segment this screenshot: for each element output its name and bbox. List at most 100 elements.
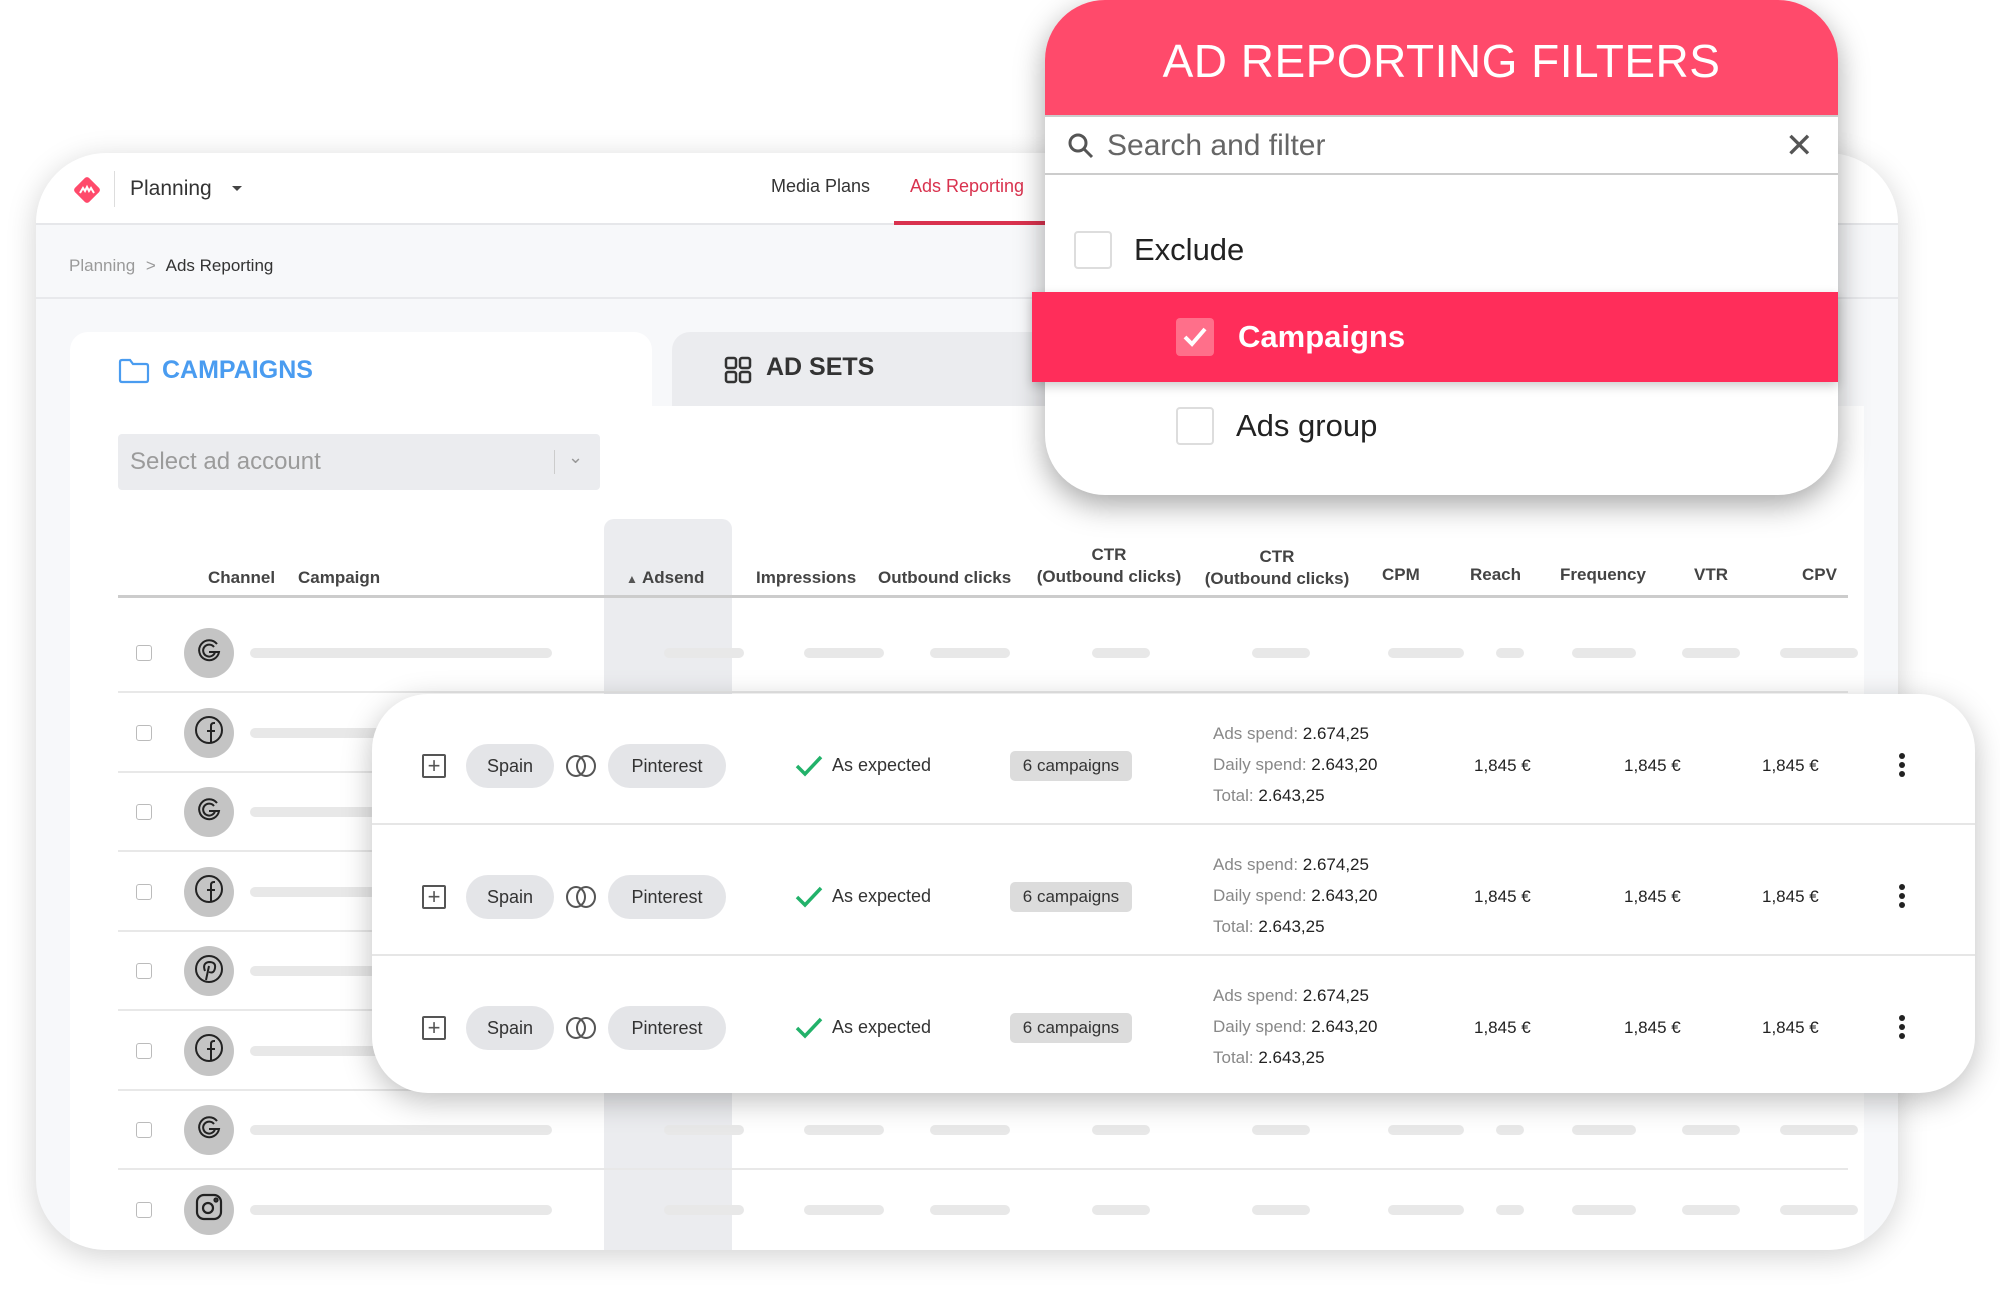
th-frequency[interactable]: Frequency	[1560, 564, 1646, 586]
channel-badge	[184, 1105, 234, 1155]
th-ctr-1-top: CTR	[1091, 545, 1127, 564]
th-outbound-clicks[interactable]: Outbound clicks	[878, 567, 1011, 589]
row-divider	[118, 1168, 1848, 1170]
breadcrumb: Planning > Ads Reporting	[69, 256, 273, 276]
th-campaign[interactable]: Campaign	[298, 567, 380, 589]
value-placeholder	[664, 1125, 744, 1135]
filter-search-input[interactable]	[1107, 127, 1747, 165]
spend-summary: Ads spend: 2.674,25 Daily spend: 2.643,2…	[1213, 718, 1377, 811]
value-placeholder	[1252, 1204, 1310, 1215]
platform-pill[interactable]: Pinterest	[608, 1006, 726, 1050]
row-checkbox[interactable]	[136, 724, 152, 741]
value-placeholder	[1388, 648, 1464, 658]
th-cpm[interactable]: CPM	[1382, 564, 1420, 586]
link-rings-icon	[566, 886, 596, 908]
expand-icon[interactable]: +	[422, 1016, 446, 1040]
channel-badge	[184, 787, 234, 837]
th-channel[interactable]: Channel	[208, 567, 275, 589]
value-placeholder	[1572, 1204, 1636, 1215]
channel-badge	[184, 707, 234, 758]
row-checkbox[interactable]	[136, 1122, 152, 1138]
metric-value: 1,845 €	[1474, 756, 1531, 775]
campaign-count-badge[interactable]: 6 campaigns	[1010, 882, 1132, 912]
brand-logo-icon[interactable]	[72, 175, 102, 205]
platform-pill[interactable]: Pinterest	[608, 744, 726, 788]
value-placeholder	[804, 1125, 884, 1135]
th-ctr-1-bottom: (Outbound clicks)	[1036, 567, 1182, 586]
country-pill[interactable]: Spain	[466, 875, 554, 919]
row-checkbox[interactable]	[136, 1201, 152, 1218]
value-placeholder	[1572, 648, 1636, 658]
expand-icon[interactable]: +	[422, 754, 446, 778]
link-rings-icon	[566, 755, 596, 777]
campaign-placeholder	[250, 648, 552, 658]
country-pill[interactable]: Spain	[466, 744, 554, 788]
tab-campaigns[interactable]: CAMPAIGNS	[70, 332, 652, 412]
th-ctr-2-bottom: (Outbound clicks)	[1204, 569, 1350, 588]
channel-badge	[184, 1184, 234, 1235]
nav-ads-reporting[interactable]: Ads Reporting	[910, 176, 1024, 197]
ads-spend-value: 2.674,25	[1302, 724, 1369, 743]
nav-media-plans[interactable]: Media Plans	[771, 176, 870, 197]
daily-spend-value: 2.643,20	[1311, 755, 1378, 774]
row-checkbox[interactable]	[136, 645, 152, 661]
th-cpv[interactable]: CPV	[1802, 564, 1837, 586]
checkbox-exclude[interactable]	[1074, 231, 1112, 269]
campaign-placeholder	[250, 1125, 552, 1135]
filter-option-ads-group[interactable]: Ads group	[1176, 407, 1377, 445]
daily-spend-label: Daily spend:	[1213, 755, 1307, 774]
th-adsend[interactable]: ▲︎ Adsend	[626, 567, 704, 590]
filter-option-exclude[interactable]: Exclude	[1074, 231, 1244, 269]
campaign-count-badge[interactable]: 6 campaigns	[1010, 751, 1132, 781]
row-checkbox[interactable]	[136, 963, 152, 979]
campaign-placeholder	[250, 1204, 552, 1215]
th-ctr-1[interactable]: CTR (Outbound clicks)	[1034, 544, 1184, 588]
workspace-selector[interactable]: Planning	[130, 177, 212, 201]
breadcrumb-parent[interactable]: Planning	[69, 256, 135, 275]
check-icon	[795, 755, 823, 777]
pinterest-icon	[193, 953, 225, 990]
th-vtr[interactable]: VTR	[1694, 564, 1728, 586]
channel-badge	[184, 1025, 234, 1076]
th-ctr-2[interactable]: CTR (Outbound clicks)	[1202, 546, 1352, 590]
expand-icon[interactable]: +	[422, 885, 446, 909]
ad-account-select[interactable]: Select ad account ⌄	[118, 434, 600, 490]
close-icon[interactable]: ✕	[1785, 129, 1814, 163]
filter-option-label: Exclude	[1134, 232, 1245, 267]
filter-option-label: Ads group	[1236, 408, 1378, 443]
checkbox-campaigns-checked[interactable]	[1176, 318, 1214, 356]
filter-option-campaigns[interactable]: Campaigns	[1032, 292, 1838, 382]
channel-badge	[184, 628, 234, 678]
ads-spend-label: Ads spend:	[1213, 986, 1299, 1005]
value-placeholder	[664, 1204, 744, 1215]
facebook-icon	[193, 873, 225, 910]
platform-pill[interactable]: Pinterest	[608, 875, 726, 919]
value-placeholder	[1780, 1125, 1858, 1135]
value-placeholder	[1092, 1204, 1150, 1215]
row-checkbox[interactable]	[136, 804, 152, 820]
campaign-count-badge[interactable]: 6 campaigns	[1010, 1013, 1132, 1043]
th-reach[interactable]: Reach	[1470, 564, 1521, 586]
row-checkbox[interactable]	[136, 1042, 152, 1059]
checkbox-ads-group[interactable]	[1176, 407, 1214, 445]
more-options-icon[interactable]	[1899, 1015, 1905, 1042]
sort-icon[interactable]: ▲︎	[626, 572, 638, 586]
chevron-down-icon[interactable]: ⌄	[568, 447, 583, 468]
metric-value: 1,845 €	[1762, 1018, 1819, 1037]
google-icon	[194, 1113, 224, 1148]
value-placeholder	[930, 648, 1010, 658]
value-placeholder	[1252, 648, 1310, 658]
country-pill[interactable]: Spain	[466, 1006, 554, 1050]
more-options-icon[interactable]	[1899, 753, 1905, 780]
caret-down-icon[interactable]	[232, 186, 242, 191]
result-row: + Spain Pinterest As expected 6 campaign…	[372, 956, 1975, 1087]
result-row: + Spain Pinterest As expected 6 campaign…	[372, 825, 1975, 956]
value-placeholder	[930, 1125, 1010, 1135]
status-text: As expected	[832, 755, 932, 775]
row-checkbox[interactable]	[136, 883, 152, 900]
facebook-icon	[193, 1032, 225, 1069]
more-options-icon[interactable]	[1899, 884, 1905, 911]
daily-spend-value: 2.643,20	[1311, 1017, 1378, 1036]
th-impressions[interactable]: Impressions	[756, 567, 856, 589]
grid-icon	[724, 356, 752, 384]
